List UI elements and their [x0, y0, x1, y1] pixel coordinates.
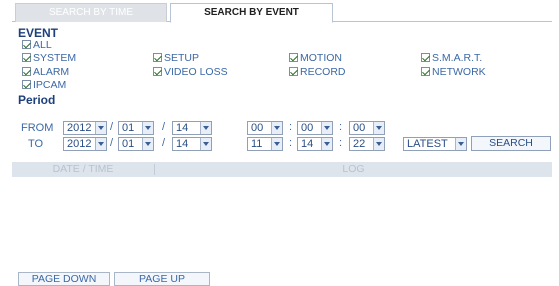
- select-value: 2012: [67, 122, 92, 134]
- to-hour-select[interactable]: 11: [247, 137, 283, 151]
- chevron-down-icon: [321, 122, 332, 134]
- select-value: 2012: [67, 138, 92, 150]
- check-icon: [153, 67, 162, 76]
- event-setup-checkbox[interactable]: SETUP: [153, 52, 199, 65]
- time-separator: :: [339, 121, 343, 133]
- time-separator: :: [289, 121, 293, 133]
- date-separator: /: [162, 137, 166, 149]
- select-value: 11: [251, 138, 263, 150]
- chevron-down-icon: [455, 138, 466, 150]
- to-day-select[interactable]: 14: [172, 137, 212, 151]
- col-date-time: DATE / TIME: [52, 163, 114, 175]
- event-smart-checkbox[interactable]: S.M.A.R.T.: [421, 52, 482, 65]
- date-separator: /: [162, 121, 166, 133]
- select-value: 01: [122, 138, 135, 150]
- to-year-select[interactable]: 2012: [63, 137, 107, 151]
- page-up-button[interactable]: PAGE UP: [114, 272, 210, 286]
- chevron-down-icon: [200, 122, 211, 134]
- chevron-down-icon: [271, 138, 282, 150]
- chevron-down-icon: [142, 122, 153, 134]
- check-icon: [421, 67, 430, 76]
- event-label: ALL: [33, 39, 52, 51]
- check-icon: [153, 53, 162, 62]
- date-separator: /: [110, 121, 114, 133]
- from-second-select[interactable]: 00: [349, 121, 385, 135]
- event-label: SETUP: [164, 52, 200, 64]
- check-icon: [289, 67, 298, 76]
- check-icon: [22, 67, 31, 76]
- chevron-down-icon: [95, 122, 106, 134]
- event-system-checkbox[interactable]: SYSTEM: [22, 52, 76, 65]
- chevron-down-icon: [321, 138, 332, 150]
- event-label: S.M.A.R.T.: [432, 52, 483, 64]
- from-month-select[interactable]: 01: [118, 121, 154, 135]
- period-title: Period: [18, 93, 56, 107]
- order-select[interactable]: LATEST: [403, 137, 467, 151]
- event-ipcam-checkbox[interactable]: IPCAM: [22, 79, 66, 92]
- event-video-loss-checkbox[interactable]: VIDEO LOSS: [153, 66, 228, 79]
- to-minute-select[interactable]: 14: [297, 137, 333, 151]
- event-label: ALARM: [33, 66, 70, 78]
- log-list[interactable]: [12, 177, 552, 269]
- from-minute-select[interactable]: 00: [297, 121, 333, 135]
- check-icon: [22, 53, 31, 62]
- page-down-button[interactable]: PAGE DOWN: [18, 272, 110, 286]
- from-year-select[interactable]: 2012: [63, 121, 107, 135]
- event-all-checkbox[interactable]: ALL: [22, 39, 52, 52]
- select-value: 00: [301, 122, 314, 134]
- search-button[interactable]: SEARCH: [471, 136, 551, 151]
- event-alarm-checkbox[interactable]: ALARM: [22, 66, 69, 79]
- time-separator: :: [339, 137, 343, 149]
- chevron-down-icon: [95, 138, 106, 150]
- select-value: LATEST: [407, 138, 448, 150]
- event-label: NETWORK: [432, 66, 486, 78]
- event-title: EVENT: [18, 26, 59, 40]
- select-value: 01: [122, 122, 135, 134]
- from-day-select[interactable]: 14: [172, 121, 212, 135]
- col-log: LOG: [342, 163, 365, 175]
- to-month-select[interactable]: 01: [118, 137, 154, 151]
- select-value: 00: [251, 122, 264, 134]
- event-label: SYSTEM: [33, 52, 77, 64]
- event-record-checkbox[interactable]: RECORD: [289, 66, 346, 79]
- from-hour-select[interactable]: 00: [247, 121, 283, 135]
- event-label: RECORD: [300, 66, 346, 78]
- event-label: MOTION: [300, 52, 342, 64]
- tab-search-by-time[interactable]: SEARCH BY TIME: [15, 3, 167, 22]
- check-icon: [22, 80, 31, 89]
- event-motion-checkbox[interactable]: MOTION: [289, 52, 342, 65]
- select-value: 00: [353, 122, 366, 134]
- check-icon: [22, 40, 31, 49]
- chevron-down-icon: [271, 122, 282, 134]
- log-table-header: DATE / TIME LOG: [12, 162, 552, 177]
- event-network-checkbox[interactable]: NETWORK: [421, 66, 486, 79]
- tab-bar: SEARCH BY TIME SEARCH BY EVENT: [12, 0, 552, 23]
- chevron-down-icon: [373, 122, 384, 134]
- select-value: 14: [176, 138, 189, 150]
- chevron-down-icon: [142, 138, 153, 150]
- select-value: 14: [301, 138, 314, 150]
- date-separator: /: [110, 137, 114, 149]
- from-label: FROM: [21, 122, 54, 134]
- select-value: 22: [353, 138, 366, 150]
- tab-search-by-event[interactable]: SEARCH BY EVENT: [170, 3, 333, 23]
- event-label: VIDEO LOSS: [164, 66, 228, 78]
- select-value: 14: [176, 122, 189, 134]
- check-icon: [421, 53, 430, 62]
- to-label: TO: [28, 138, 44, 150]
- to-second-select[interactable]: 22: [349, 137, 385, 151]
- time-separator: :: [289, 137, 293, 149]
- chevron-down-icon: [373, 138, 384, 150]
- chevron-down-icon: [200, 138, 211, 150]
- check-icon: [289, 53, 298, 62]
- event-label: IPCAM: [33, 79, 67, 91]
